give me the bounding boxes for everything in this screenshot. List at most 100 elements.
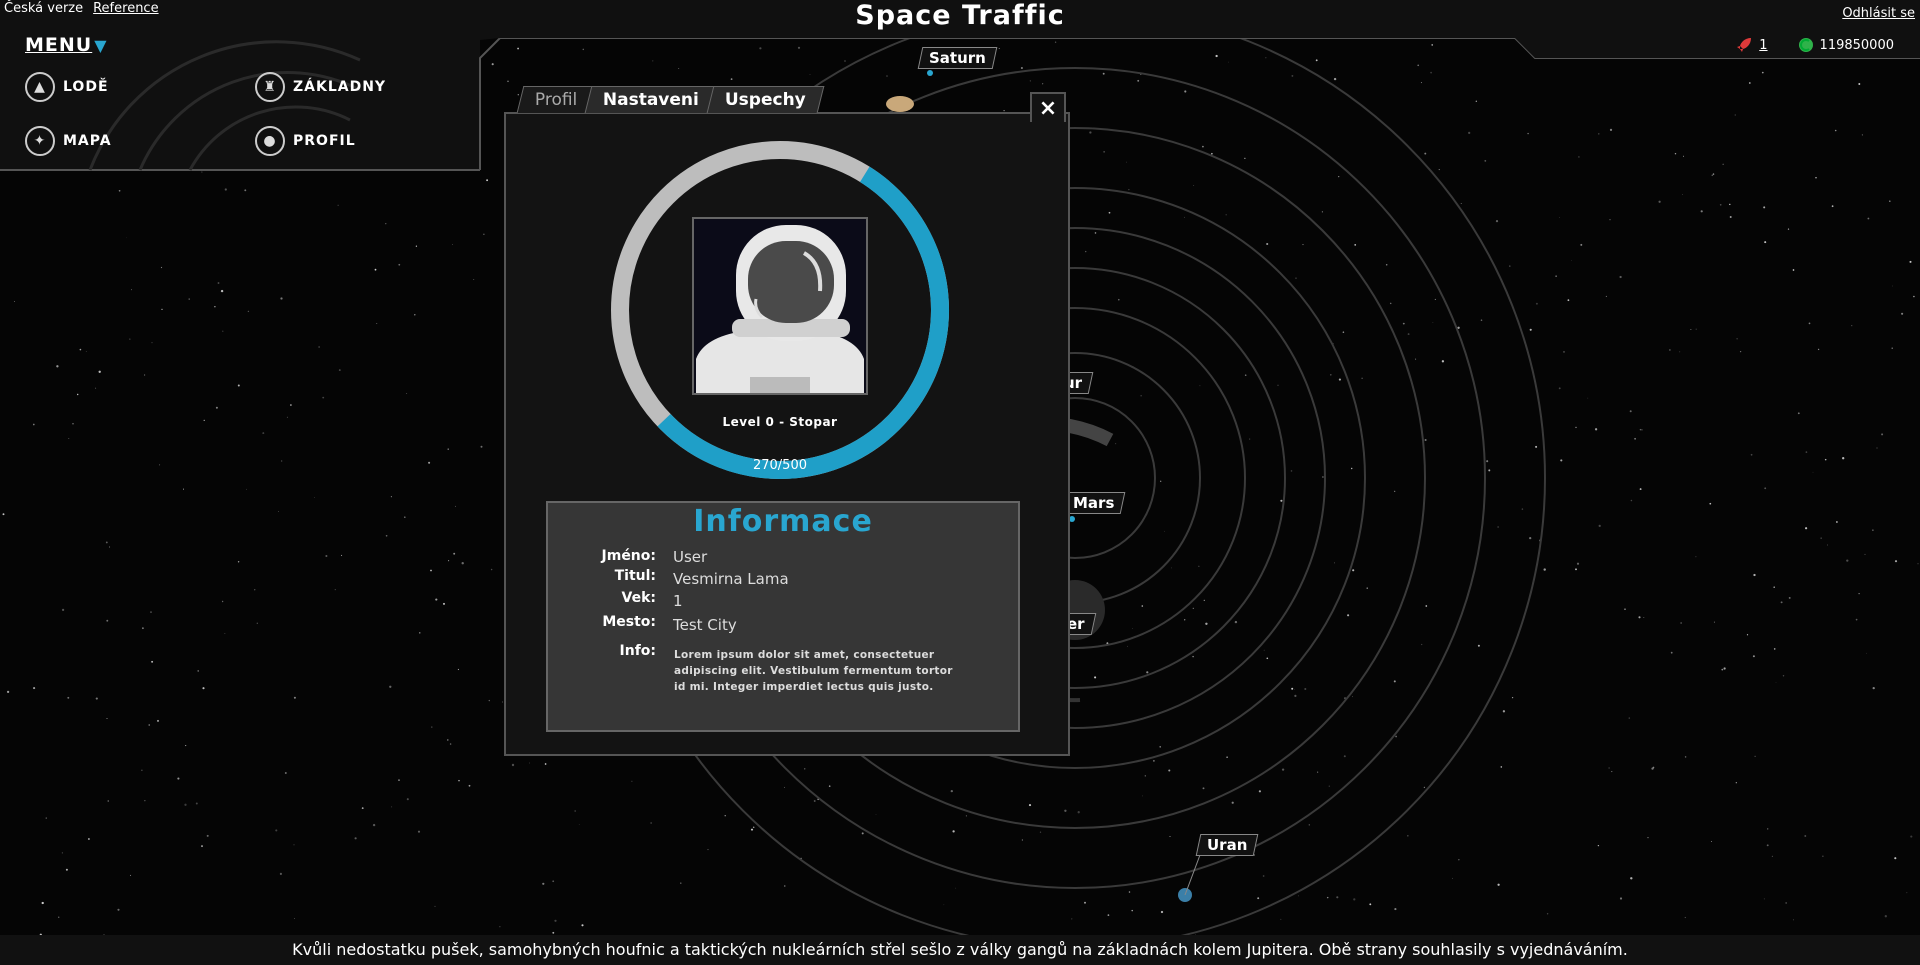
- rocket-stat[interactable]: 1: [1735, 36, 1768, 54]
- star: [461, 562, 464, 565]
- star: [1763, 898, 1765, 900]
- field-key-info: Info:: [619, 643, 656, 659]
- star: [131, 289, 132, 291]
- star: [1042, 83, 1044, 85]
- star: [220, 289, 224, 293]
- star: [417, 830, 421, 833]
- star: [1695, 328, 1697, 330]
- star: [488, 699, 490, 702]
- star: [1892, 285, 1893, 287]
- star: [1263, 649, 1265, 651]
- star: [1773, 648, 1776, 650]
- menu-item-mapa[interactable]: ✦ MAPA: [25, 126, 112, 156]
- star: [1153, 760, 1155, 762]
- star: [1775, 682, 1777, 683]
- star: [1115, 443, 1117, 445]
- star: [1587, 397, 1589, 399]
- star: [404, 516, 406, 518]
- star: [1199, 385, 1201, 387]
- menu-item-zakladny[interactable]: ♜ ZÁKLADNY: [255, 72, 386, 102]
- star: [1144, 775, 1146, 777]
- stats-bar: 1 119850000: [1735, 36, 1894, 54]
- star: [1858, 592, 1860, 595]
- star: [797, 46, 801, 49]
- tab-nastaveni[interactable]: Nastaveni: [585, 86, 718, 113]
- star: [1804, 835, 1807, 837]
- star: [1352, 569, 1355, 572]
- star: [1415, 358, 1417, 360]
- star: [1291, 74, 1294, 77]
- chevron-down-icon: ▼: [94, 36, 108, 55]
- star: [486, 179, 489, 182]
- star: [1670, 651, 1673, 654]
- star: [1192, 655, 1194, 658]
- star: [752, 826, 755, 829]
- star: [1160, 480, 1162, 482]
- planet-label-uran[interactable]: Uran: [1195, 834, 1259, 856]
- star: [1682, 194, 1683, 195]
- star: [144, 800, 146, 802]
- star: [1257, 897, 1260, 900]
- star: [256, 622, 258, 624]
- star: [361, 807, 364, 810]
- star: [1535, 445, 1538, 448]
- star: [1511, 696, 1514, 699]
- star: [201, 171, 203, 173]
- star: [1521, 508, 1524, 510]
- star: [1385, 263, 1388, 266]
- star: [14, 301, 15, 302]
- star: [1780, 601, 1783, 604]
- star: [61, 852, 64, 854]
- star: [72, 423, 74, 425]
- tab-profil[interactable]: Profil: [516, 86, 596, 113]
- star: [262, 432, 265, 435]
- star: [1846, 559, 1849, 562]
- star: [428, 461, 431, 464]
- star: [1425, 605, 1428, 607]
- menu-item-lode[interactable]: ▲ LODĚ: [25, 72, 109, 102]
- star: [1141, 605, 1144, 607]
- rocket-count[interactable]: 1: [1759, 38, 1767, 53]
- close-button[interactable]: ×: [1030, 92, 1066, 122]
- star: [1785, 902, 1787, 904]
- star: [1338, 175, 1340, 178]
- star: [1815, 177, 1817, 179]
- star: [491, 63, 494, 66]
- star: [1277, 384, 1279, 386]
- star: [1917, 563, 1919, 565]
- menu-toggle[interactable]: MENU ▼: [25, 34, 108, 56]
- star: [1881, 433, 1884, 436]
- planet-label-saturn[interactable]: Saturn: [917, 47, 998, 69]
- star: [107, 800, 109, 802]
- star: [1722, 163, 1724, 165]
- star: [473, 278, 475, 281]
- star: [79, 348, 82, 351]
- field-value-titul: Vesmirna Lama: [673, 570, 789, 588]
- star: [1326, 896, 1329, 899]
- xp-text: 270/500: [752, 458, 807, 473]
- star: [406, 393, 408, 394]
- star: [542, 882, 545, 885]
- field-key-mesto: Mesto:: [602, 614, 656, 630]
- star: [1350, 467, 1353, 470]
- news-ticker: Kvůli nedostatku pušek, samohybných houf…: [0, 935, 1920, 965]
- star: [32, 423, 35, 426]
- star: [1184, 619, 1186, 621]
- star: [98, 370, 101, 373]
- star: [144, 374, 146, 376]
- star: [875, 813, 877, 815]
- star: [650, 822, 652, 824]
- profile-tabs: Profil Nastaveni Uspechy: [516, 86, 825, 113]
- star: [1894, 560, 1898, 563]
- menu-item-profil[interactable]: ● PROFIL: [255, 126, 356, 156]
- star: [281, 460, 283, 462]
- star: [998, 48, 1000, 49]
- star: [1889, 200, 1891, 202]
- logout-link[interactable]: Odhlásit se: [1842, 6, 1915, 21]
- tab-uspechy[interactable]: Uspechy: [707, 86, 825, 113]
- star: [1628, 717, 1631, 719]
- star: [1458, 859, 1460, 861]
- star: [1746, 634, 1749, 636]
- star: [1712, 173, 1715, 175]
- planet-label-mars[interactable]: Mars: [1061, 492, 1126, 514]
